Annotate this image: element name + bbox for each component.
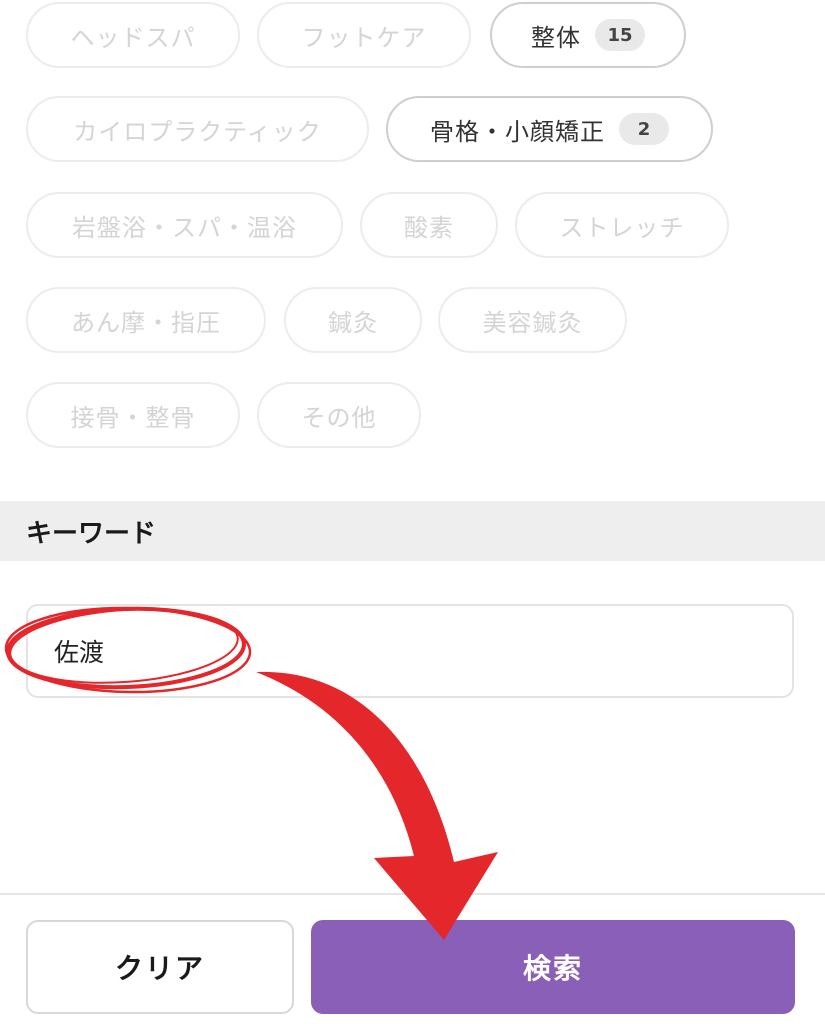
chip-label: ヘッドスパ <box>70 23 196 52</box>
category-chip-stretch[interactable]: ストレッチ <box>515 192 729 258</box>
category-chip-skeletal-correction[interactable]: 骨格・小顔矯正 2 <box>386 96 713 162</box>
chip-label: あん摩・指圧 <box>71 308 221 337</box>
keyword-input-value: 佐渡 <box>54 638 105 667</box>
category-chip-acupuncture[interactable]: 鍼灸 <box>284 287 422 353</box>
chip-label: フットケア <box>301 23 427 52</box>
chip-label: ストレッチ <box>559 213 685 242</box>
search-button-label: 検索 <box>522 952 583 985</box>
chip-label: 美容鍼灸 <box>482 308 583 337</box>
category-chip-ganbanyoku-spa[interactable]: 岩盤浴・スパ・温浴 <box>26 192 343 258</box>
category-chip-other[interactable]: その他 <box>257 382 421 448</box>
category-chip-foot-care[interactable]: フットケア <box>257 2 471 68</box>
category-chip-chiropractic[interactable]: カイロプラクティック <box>26 96 369 162</box>
category-chip-seitai[interactable]: 整体 15 <box>490 2 686 68</box>
category-chip-beauty-acupuncture[interactable]: 美容鍼灸 <box>438 287 627 353</box>
chip-label: 酸素 <box>404 213 454 242</box>
keyword-heading: キーワード <box>26 518 157 549</box>
category-chip-oxygen[interactable]: 酸素 <box>360 192 498 258</box>
category-chip-bonesetting[interactable]: 接骨・整骨 <box>26 382 240 448</box>
count-badge: 15 <box>595 19 645 51</box>
clear-button-label: クリア <box>114 952 205 985</box>
footer-divider <box>0 893 825 895</box>
chip-label: 整体 <box>531 23 581 52</box>
chip-label: カイロプラクティック <box>73 117 322 146</box>
search-button[interactable]: 検索 <box>311 920 795 1014</box>
count-badge: 2 <box>619 113 669 145</box>
keyword-section-header: キーワード <box>0 501 825 561</box>
annotation-arrow-icon <box>256 671 498 940</box>
category-chip-head-spa[interactable]: ヘッドスパ <box>26 2 240 68</box>
chip-label: 鍼灸 <box>328 308 378 337</box>
clear-button[interactable]: クリア <box>26 920 294 1014</box>
chip-label: 骨格・小顔矯正 <box>430 117 605 146</box>
chip-label: 岩盤浴・スパ・温浴 <box>72 213 297 242</box>
category-chip-anma-shiatsu[interactable]: あん摩・指圧 <box>26 287 266 353</box>
chip-label: 接骨・整骨 <box>70 403 196 432</box>
keyword-input[interactable]: 佐渡 <box>26 604 794 698</box>
chip-label: その他 <box>301 403 377 432</box>
